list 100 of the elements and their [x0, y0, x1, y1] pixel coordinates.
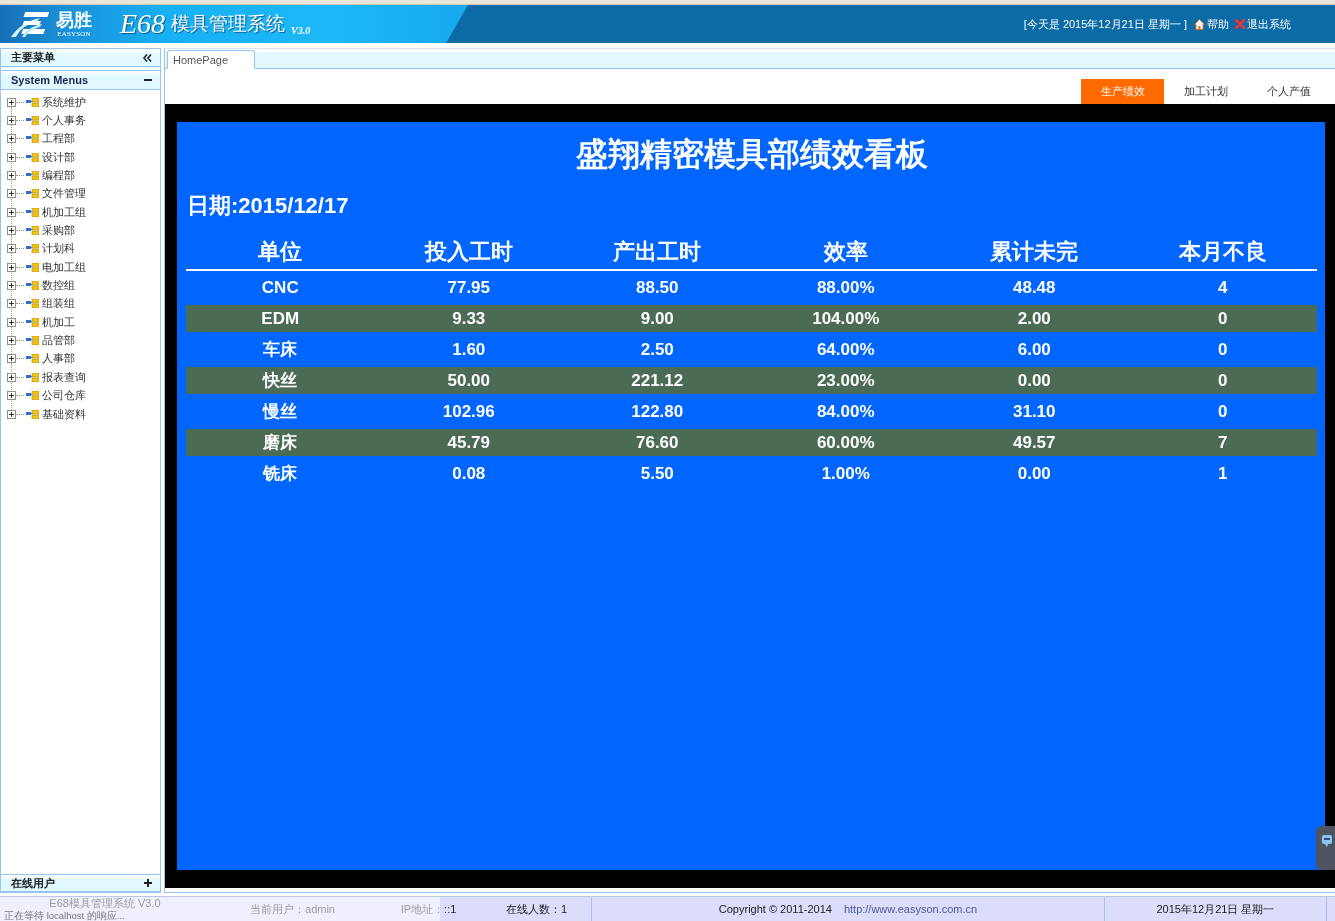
- plus-box-icon[interactable]: [7, 299, 16, 309]
- menu-item[interactable]: 编程部: [42, 168, 75, 184]
- website-link[interactable]: http://www.easyson.com.cn: [843, 903, 978, 915]
- menu-item[interactable]: 工程部: [42, 131, 75, 147]
- menu-item[interactable]: 人事部: [42, 351, 75, 367]
- tree-node-icon: [26, 207, 39, 217]
- menu-item[interactable]: 机加工: [42, 314, 75, 330]
- table-cell: 31.10: [1012, 401, 1056, 422]
- plus-box-icon[interactable]: [7, 97, 16, 107]
- plus-box-icon[interactable]: [7, 409, 16, 419]
- column-header: 效率: [823, 238, 868, 266]
- menu-item[interactable]: 文件管理: [42, 186, 86, 202]
- plus-box-icon[interactable]: [7, 171, 16, 181]
- table-cell-text: 铣床: [263, 463, 298, 485]
- menu-item[interactable]: 计划科: [42, 241, 75, 257]
- tab[interactable]: HomePage: [167, 50, 255, 69]
- table-cell: 45.79: [447, 432, 490, 453]
- table-cell: 84.00%: [816, 401, 875, 422]
- plus-box-icon[interactable]: [7, 317, 16, 327]
- help-link[interactable]: 帮助: [1194, 16, 1229, 32]
- plus-box-icon[interactable]: [7, 116, 16, 125]
- menu-item[interactable]: 组装组: [42, 296, 75, 312]
- tree-node-icon: [26, 336, 39, 346]
- logo-icon: [10, 10, 52, 38]
- table-cell-text: 慢丝: [263, 401, 298, 423]
- column-header: 单位: [258, 238, 303, 266]
- plus-box-icon[interactable]: [7, 336, 16, 346]
- board-title: 盛翔精密模具部绩效看板: [575, 135, 928, 174]
- plus-box-icon[interactable]: [7, 262, 16, 272]
- table-cell-text: 磨床: [263, 432, 298, 454]
- table-cell: 60.00%: [816, 432, 875, 453]
- plus-box-icon[interactable]: [7, 152, 16, 162]
- table-cell: CNC: [261, 277, 299, 298]
- column-header: 投入工时: [424, 238, 513, 266]
- tree-node-icon: [26, 97, 39, 107]
- app-title: 模具管理系统: [171, 12, 286, 36]
- menu-item[interactable]: 设计部: [42, 149, 75, 165]
- plus-box-icon[interactable]: [7, 391, 16, 401]
- logout-link[interactable]: 退出系统: [1235, 16, 1291, 32]
- table-cell: 0.00: [1017, 370, 1051, 391]
- board-date: 日期:2015/12/17: [186, 192, 349, 220]
- copyright-text: Copyright © 2011-2014: [718, 903, 832, 915]
- menu-item[interactable]: 数控组: [42, 278, 75, 294]
- table-cell: 1: [1218, 463, 1228, 484]
- tree-node-icon: [26, 244, 39, 254]
- table-cell: 5.50: [640, 463, 674, 484]
- table-cell: 104.00%: [812, 308, 880, 329]
- panel-title: 在线用户: [11, 875, 55, 891]
- menu-item[interactable]: 公司仓库: [42, 388, 86, 404]
- close-icon: [1235, 19, 1245, 29]
- plus-box-icon[interactable]: [7, 189, 16, 199]
- table-cell: 50.00: [447, 370, 490, 391]
- tree-node-icon: [26, 226, 39, 236]
- table-cell: 4: [1218, 277, 1228, 298]
- status-text: 当前用户：admin: [250, 901, 335, 917]
- plus-box-icon[interactable]: [7, 281, 16, 291]
- tree-node-icon: [26, 372, 39, 382]
- menu-item[interactable]: 系统维护: [42, 94, 86, 110]
- status-text: E68模具管理系统 V3.0: [49, 898, 161, 909]
- plus-box-icon[interactable]: [7, 207, 16, 217]
- view-button[interactable]: 加工计划: [1164, 79, 1247, 104]
- tree-node-icon: [26, 354, 39, 364]
- table-cell: 9.00: [640, 308, 674, 329]
- tree-node-icon: [26, 409, 39, 419]
- plus-icon[interactable]: [144, 879, 152, 887]
- menu-item[interactable]: 电加工组: [42, 259, 86, 275]
- plus-box-icon[interactable]: [7, 354, 16, 364]
- minus-icon[interactable]: [144, 76, 152, 84]
- menu-item[interactable]: 基础资料: [42, 406, 86, 422]
- tree-node-icon: [26, 281, 39, 291]
- table-cell-text: 快丝: [263, 370, 298, 392]
- plus-box-icon[interactable]: [7, 372, 16, 382]
- side-widget-icon[interactable]: [1316, 826, 1335, 870]
- plus-box-icon[interactable]: [7, 244, 16, 254]
- tree-node-icon: [26, 152, 39, 162]
- table-cell: 77.95: [447, 277, 490, 298]
- table-cell: 2.50: [640, 339, 674, 360]
- table-cell: 23.00%: [816, 370, 875, 391]
- plus-box-icon[interactable]: [7, 134, 16, 144]
- today-date: [今天是 2015年12月21日 星期一 ]: [1023, 16, 1187, 32]
- panel-title: 主要菜单: [11, 50, 55, 65]
- menu-item[interactable]: 报表查询: [42, 369, 86, 385]
- logo-text: 易胜: [56, 10, 92, 30]
- version-label: V3.0: [291, 25, 311, 36]
- plus-box-icon[interactable]: [7, 226, 16, 236]
- browser-status-text: 正在等待 localhost 的响应...: [4, 911, 125, 921]
- tree-node-icon: [26, 391, 39, 401]
- column-header: 产出工时: [613, 238, 702, 266]
- menu-item[interactable]: 机加工组: [42, 204, 86, 220]
- table-cell: 9.33: [452, 308, 486, 329]
- table-cell: 102.96: [442, 401, 495, 422]
- view-button[interactable]: 个人产值: [1247, 79, 1330, 104]
- status-text: 在线人数：1: [505, 901, 568, 917]
- menu-item[interactable]: 个人事务: [42, 113, 86, 128]
- table-cell: EDM: [261, 308, 300, 329]
- menu-item[interactable]: 采购部: [42, 223, 75, 239]
- double-chevron-left-icon[interactable]: [143, 53, 152, 62]
- menu-item[interactable]: 品管部: [42, 333, 75, 349]
- table-cell: 6.00: [1017, 339, 1051, 360]
- status-text: IP地址：::1: [400, 901, 457, 917]
